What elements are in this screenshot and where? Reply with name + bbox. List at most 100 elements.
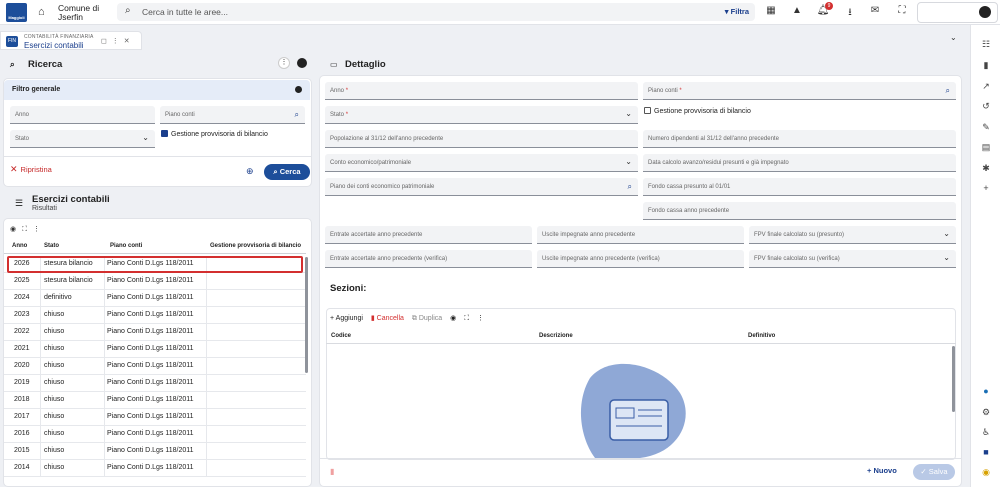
list-icon[interactable]: ☷	[971, 39, 1000, 50]
more-vert-icon[interactable]: ⋮	[278, 57, 290, 69]
duplica-button[interactable]: ⧉ Duplica	[412, 315, 442, 322]
comune-label[interactable]: Comune di Jserfin	[58, 4, 99, 22]
uscite-field[interactable]: Uscite impegnate anno precedente	[537, 226, 744, 244]
support-icon[interactable]: ◉	[971, 467, 1000, 478]
data-calcolo-field[interactable]: Data calcolo avanzo/residui presunti e g…	[643, 154, 956, 172]
book-icon[interactable]: ▮	[971, 60, 1000, 71]
table-row[interactable]: 2019 chiuso Piano Conti D.Lgs 118/2011	[4, 375, 306, 392]
nuovo-button[interactable]: + Nuovo	[867, 466, 897, 475]
cancella-button[interactable]: ▮ Cancella	[371, 315, 404, 322]
aggiungi-button[interactable]: + Aggiungi	[330, 315, 363, 322]
eye-icon[interactable]: ◉	[450, 315, 456, 322]
fpv-select[interactable]: FPV finale calcolato su (presunto) ⌄	[749, 226, 956, 244]
history-icon[interactable]: ↺	[971, 101, 1000, 112]
chevron-down-icon[interactable]: ⌄	[950, 33, 957, 42]
table-row[interactable]: 2024 definitivo Piano Conti D.Lgs 118/2011	[4, 290, 306, 307]
apps-grid-icon[interactable]: ▦	[764, 5, 778, 16]
table-toolbar: ◉⛶⋮	[10, 225, 46, 234]
salva-button[interactable]: ✓ Salva	[913, 464, 955, 480]
search-icon[interactable]: ⌕	[628, 182, 632, 192]
cerca-button[interactable]: ⌕ Cerca	[264, 164, 310, 180]
piano-conti-field[interactable]: Piano conti ⌕	[160, 106, 305, 124]
column-divider	[104, 426, 105, 443]
col-stato[interactable]: Stato	[44, 243, 59, 249]
dipendenti-field[interactable]: Numero dipendenti al 31/12 dell'anno pre…	[643, 130, 956, 148]
uscite-verifica-field[interactable]: Uscite impegnate anno precedente (verifi…	[537, 250, 744, 268]
anno-field[interactable]: Anno	[10, 106, 155, 124]
download-icon[interactable]: ⭳	[843, 5, 857, 22]
checkbox-checked-icon[interactable]	[161, 130, 168, 137]
table-row[interactable]: 2017 chiuso Piano Conti D.Lgs 118/2011	[4, 409, 306, 426]
anno-field[interactable]: Anno *	[325, 82, 638, 100]
stato-select[interactable]: Stato * ⌄	[325, 106, 638, 124]
clipboard-icon[interactable]: ▤	[971, 142, 1000, 153]
search-icon[interactable]: ⌕	[295, 110, 299, 120]
gestione-checkbox[interactable]: Gestione provvisoria di bilancio	[161, 130, 268, 138]
table-row[interactable]: 2021 chiuso Piano Conti D.Lgs 118/2011	[4, 341, 306, 358]
toggle-panel-icon[interactable]	[297, 58, 307, 68]
hub-icon[interactable]: ✱	[971, 163, 1000, 174]
popolazione-field[interactable]: Popolazione al 31/12 dell'anno precedent…	[325, 130, 638, 148]
warning-icon[interactable]: ▲	[790, 5, 804, 16]
plus-icon[interactable]: +	[971, 183, 1000, 193]
tab-actions[interactable]: ◻⋮✕	[101, 37, 135, 45]
gestione-checkbox[interactable]: Gestione provvisoria di bilancio	[644, 107, 751, 115]
col-gestione[interactable]: Gestione provvisoria di bilancio	[210, 243, 301, 249]
ripristina-button[interactable]: ✕ Ripristina	[10, 164, 52, 179]
pin-icon[interactable]: ✎	[971, 122, 1000, 133]
conto-select[interactable]: Conto economico/patrimoniale ⌄	[325, 154, 638, 172]
fullscreen-icon[interactable]: ⛶	[464, 315, 469, 322]
entrate-verifica-field[interactable]: Entrate accertate anno precedente (verif…	[325, 250, 532, 268]
entrate-verifica-label: Entrate accertate anno precedente (verif…	[330, 256, 448, 262]
filtro-generale-header[interactable]: Filtro generale	[4, 80, 310, 100]
maggioli-logo[interactable]: Maggioli	[6, 3, 27, 22]
tab-esercizi-contabili[interactable]: FIN CONTABILITÀ FINANZIARIA Esercizi con…	[0, 31, 142, 50]
col-definitivo[interactable]: Definitivo	[748, 333, 775, 339]
stato-select[interactable]: Stato ⌄	[10, 130, 155, 148]
more-vert-icon[interactable]: ⋮	[33, 226, 46, 233]
fondo-anno-field[interactable]: Fondo cassa anno precedente	[643, 202, 956, 220]
fpv-verifica-select[interactable]: FPV finale calcolato su (verifica) ⌄	[749, 250, 956, 268]
col-codice[interactable]: Codice	[331, 333, 351, 339]
table-row[interactable]: 2014 chiuso Piano Conti D.Lgs 118/2011	[4, 460, 306, 477]
fullscreen-icon[interactable]: ⛶	[895, 5, 909, 16]
table-row[interactable]: 2022 chiuso Piano Conti D.Lgs 118/2011	[4, 324, 306, 341]
table-row[interactable]: 2020 chiuso Piano Conti D.Lgs 118/2011	[4, 358, 306, 375]
user-menu[interactable]	[917, 2, 998, 23]
checkbox-icon[interactable]	[644, 107, 651, 114]
column-divider	[40, 358, 41, 375]
trash-icon[interactable]: ▮	[330, 467, 334, 476]
table-row[interactable]: 2025 stesura bilancio Piano Conti D.Lgs 11…	[4, 273, 306, 290]
accessibility-icon[interactable]: ♿︎	[971, 427, 1000, 438]
sezioni-scrollbar[interactable]	[952, 346, 955, 412]
top-bar: Maggioli ⌂ Comune di Jserfin ⌕ Cerca in …	[0, 0, 1000, 25]
table-scrollbar[interactable]	[305, 257, 308, 373]
zoom-icon[interactable]: ⊕	[246, 166, 254, 177]
fullscreen-icon[interactable]: ⛶	[22, 226, 33, 233]
table-row[interactable]: 2018 chiuso Piano Conti D.Lgs 118/2011	[4, 392, 306, 409]
table-row[interactable]: 2015 chiuso Piano Conti D.Lgs 118/2011	[4, 443, 306, 460]
entrate-field[interactable]: Entrate accertate anno precedente	[325, 226, 532, 244]
piano-conti-field[interactable]: Piano conti * ⌕	[643, 82, 956, 100]
collapse-icon[interactable]	[295, 86, 302, 93]
column-divider	[206, 341, 207, 358]
chat-icon[interactable]: ■	[971, 447, 1000, 457]
col-piano-conti[interactable]: Piano conti	[110, 243, 142, 249]
table-row[interactable]: 2016 chiuso Piano Conti D.Lgs 118/2011	[4, 426, 306, 443]
more-vert-icon[interactable]: ⋮	[477, 315, 484, 322]
filtra-button[interactable]: ▾ Filtra	[725, 7, 749, 16]
col-anno[interactable]: Anno	[12, 243, 27, 249]
piano-economico-field[interactable]: Piano dei conti economico patrimoniale ⌕	[325, 178, 638, 196]
global-search-input[interactable]: ⌕ Cerca in tutte le aree... ▾ Filtra	[117, 3, 755, 21]
search-icon[interactable]: ⌕	[946, 86, 950, 96]
gear-icon[interactable]: ⚙	[971, 407, 1000, 418]
chevron-down-icon: ⌄	[625, 157, 632, 166]
cell-anno: 2018	[14, 396, 30, 403]
col-descrizione[interactable]: Descrizione	[539, 333, 573, 339]
eye-icon[interactable]: ◉	[10, 226, 22, 233]
table-row[interactable]: 2023 chiuso Piano Conti D.Lgs 118/2011	[4, 307, 306, 324]
trend-icon[interactable]: ↗	[971, 81, 1000, 92]
mail-icon[interactable]: ✉	[868, 5, 882, 16]
fondo-presunto-field[interactable]: Fondo cassa presunto al 01/01	[643, 178, 956, 196]
location-icon[interactable]: ●	[971, 386, 1000, 396]
